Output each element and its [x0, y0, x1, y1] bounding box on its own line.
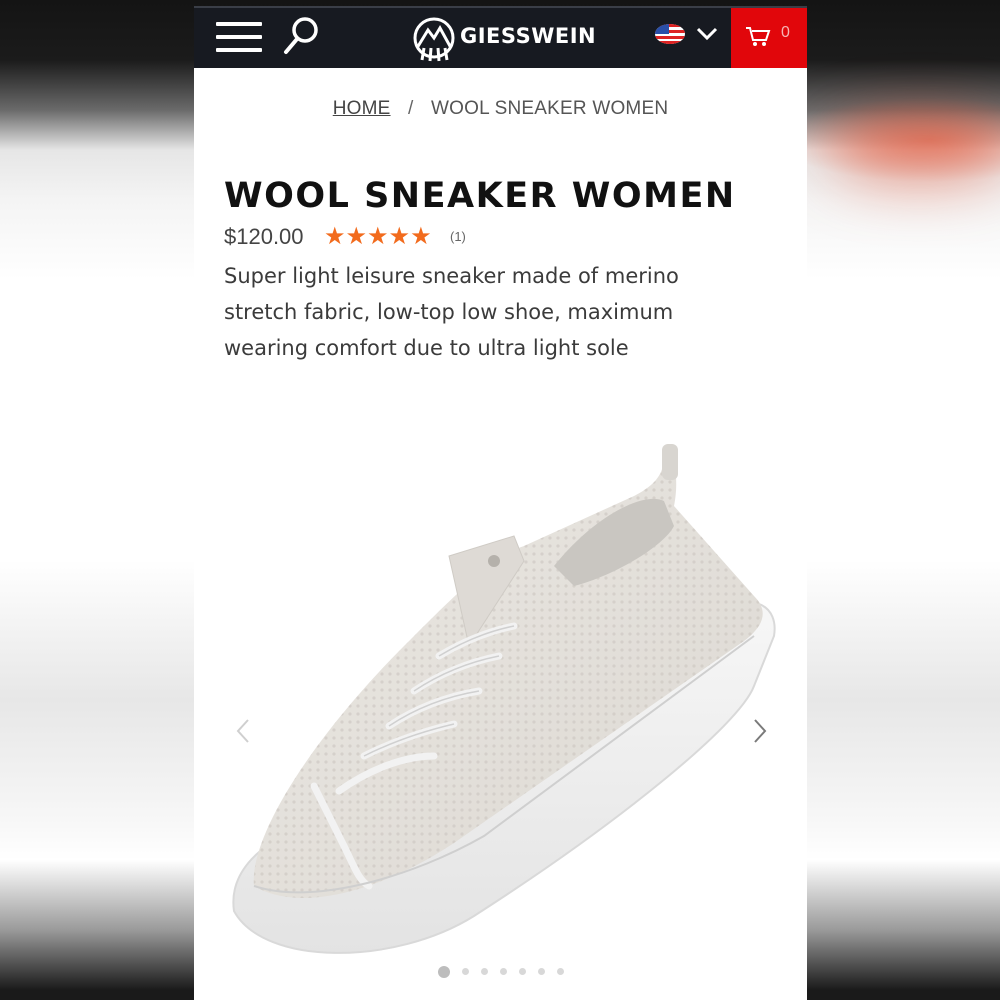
top-navigation-bar: GIESSWEIN 0 — [194, 6, 807, 68]
search-button[interactable] — [282, 15, 322, 57]
gallery-pagination — [194, 961, 807, 980]
search-icon — [284, 17, 318, 54]
review-count[interactable]: (1) — [450, 229, 466, 244]
star-icon: ★ — [410, 222, 432, 250]
cart-button[interactable]: 0 — [731, 8, 807, 68]
locale-selector[interactable] — [655, 24, 685, 44]
pagination-dot[interactable] — [437, 965, 450, 978]
star-icon: ★ — [367, 222, 389, 250]
star-icon: ★ — [324, 222, 346, 250]
chevron-right-icon — [754, 719, 767, 743]
pagination-dot[interactable] — [518, 968, 526, 975]
phone-screen: GIESSWEIN 0 HOME / WOOL SNEAKER WOMEN WO… — [194, 6, 807, 1000]
cart-icon — [746, 27, 771, 46]
cart-count: 0 — [781, 24, 790, 41]
mountain-logo-icon — [413, 17, 455, 62]
chevron-down-icon — [696, 27, 718, 41]
gallery-next-button[interactable] — [747, 716, 771, 746]
giesswein-logo[interactable]: GIESSWEIN — [410, 16, 596, 62]
product-description: Super light leisure sneaker made of meri… — [224, 264, 679, 360]
product-price: $120.00 — [224, 224, 304, 249]
pagination-dot[interactable] — [556, 968, 564, 975]
star-icon: ★ — [345, 222, 368, 250]
breadcrumb-current: WOOL SNEAKER WOMEN — [431, 98, 669, 119]
product-title: WOOL SNEAKER WOMEN — [224, 176, 736, 216]
us-flag-icon — [655, 24, 685, 44]
star-rating[interactable]: ★★★★★ — [324, 221, 432, 251]
pagination-dot[interactable] — [480, 968, 488, 975]
pagination-dot[interactable] — [537, 968, 545, 975]
pagination-dot[interactable] — [461, 968, 469, 975]
breadcrumb-home-link[interactable]: HOME — [333, 98, 391, 119]
chevron-left-icon — [236, 719, 249, 743]
pagination-dot[interactable] — [499, 968, 507, 975]
breadcrumb-separator: / — [408, 98, 414, 119]
gallery-prev-button[interactable] — [232, 716, 256, 746]
breadcrumb: HOME / WOOL SNEAKER WOMEN — [194, 98, 807, 120]
hamburger-menu-button[interactable] — [216, 18, 262, 56]
background-blur-accent — [830, 120, 1000, 180]
brand-name: GIESSWEIN — [460, 24, 597, 48]
locale-dropdown-button[interactable] — [696, 25, 718, 43]
sneaker-product-image — [232, 444, 776, 954]
product-image-gallery[interactable] — [194, 406, 807, 1000]
star-icon: ★ — [388, 222, 411, 250]
hamburger-icon — [216, 22, 262, 26]
